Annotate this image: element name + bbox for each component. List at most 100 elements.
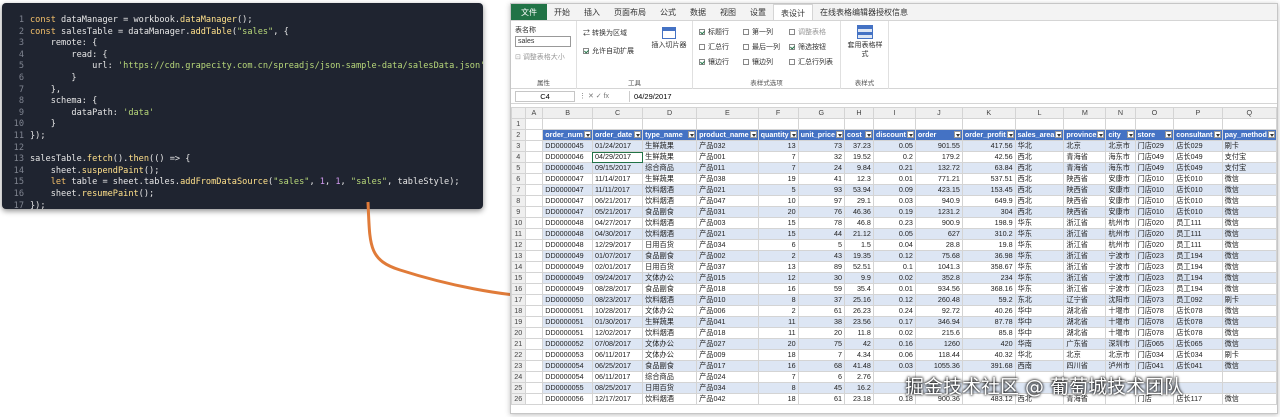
table-cell[interactable]: DD0000045 — [542, 140, 593, 152]
table-cell[interactable]: DD0000048 — [542, 217, 593, 229]
table-cell[interactable]: 门店020 — [1134, 239, 1175, 251]
table-cell[interactable]: 西北 — [1014, 173, 1065, 185]
table-cell[interactable]: 73 — [797, 140, 845, 152]
filter-dropdown-icon[interactable] — [1126, 131, 1134, 138]
table-cell[interactable]: 店长049 — [1173, 162, 1223, 174]
tab-3[interactable]: 页面布局 — [607, 4, 653, 20]
tab-6[interactable]: 视图 — [713, 4, 743, 20]
resize-option-checkbox[interactable]: 调整表格 — [789, 28, 826, 37]
table-cell[interactable]: 6 — [757, 239, 799, 251]
cell[interactable] — [524, 338, 544, 350]
table-cell[interactable]: 员工111 — [1173, 228, 1223, 240]
table-cell[interactable]: 杭州市 — [1105, 239, 1136, 251]
filter-dropdown-icon[interactable] — [1006, 131, 1014, 138]
table-cell[interactable]: 安康市 — [1105, 195, 1136, 207]
table-cell[interactable]: 08/25/2017 — [591, 382, 644, 394]
table-cell[interactable]: 92.72 — [914, 305, 963, 317]
table-cell[interactable]: 0.23 — [872, 217, 916, 229]
table-cell[interactable]: 刷卡 — [1221, 140, 1277, 152]
table-header-cell[interactable]: sales_area — [1014, 129, 1065, 141]
tab-0[interactable]: 文件 — [511, 4, 547, 20]
table-cell[interactable]: 食品副食 — [642, 283, 698, 295]
table-cell[interactable]: 391.68 — [961, 360, 1016, 372]
table-cell[interactable]: 门店049 — [1134, 162, 1175, 174]
table-cell[interactable]: 华东 — [1014, 261, 1065, 273]
table-cell[interactable]: 61 — [797, 393, 845, 405]
table-cell[interactable]: 940.9 — [914, 195, 963, 207]
table-cell[interactable]: 118.44 — [914, 349, 963, 361]
table-cell[interactable]: 四川省 — [1063, 360, 1107, 372]
table-cell[interactable]: 900.9 — [914, 217, 963, 229]
table-cell[interactable]: 产品015 — [696, 272, 759, 284]
table-cell[interactable]: 29.1 — [843, 195, 874, 207]
table-cell[interactable]: 0.05 — [872, 228, 916, 240]
table-cell[interactable]: 产品009 — [696, 349, 759, 361]
table-cell[interactable]: 产品018 — [696, 327, 759, 339]
table-cell[interactable]: 产品018 — [696, 283, 759, 295]
table-cell[interactable]: DD0000053 — [542, 349, 593, 361]
table-cell[interactable]: 44 — [797, 228, 845, 240]
table-cell[interactable]: 产品031 — [696, 206, 759, 218]
table-cell[interactable]: 店长065 — [1173, 338, 1223, 350]
table-cell[interactable]: 微信 — [1221, 217, 1277, 229]
table-cell[interactable]: 产品010 — [696, 294, 759, 306]
table-cell[interactable]: 日用百货 — [642, 261, 698, 273]
table-cell[interactable]: 771.21 — [914, 173, 963, 185]
table-cell[interactable]: 63.84 — [961, 162, 1016, 174]
cell[interactable] — [524, 195, 544, 207]
table-cell[interactable]: 员工194 — [1173, 283, 1223, 295]
table-cell[interactable]: 420 — [961, 338, 1016, 350]
table-header-cell[interactable]: city — [1105, 129, 1136, 141]
resize-table-button[interactable]: ⊡ 调整表格大小 — [515, 53, 565, 62]
table-cell[interactable]: 门店023 — [1134, 250, 1175, 262]
table-cell[interactable]: 68 — [797, 360, 845, 372]
table-cell[interactable]: 文体办公 — [642, 272, 698, 284]
table-cell[interactable]: 0.21 — [872, 162, 916, 174]
table-name-input[interactable]: sales — [515, 36, 571, 47]
table-cell[interactable]: 店长010 — [1173, 184, 1223, 196]
table-cell[interactable]: 微信 — [1221, 305, 1277, 317]
table-cell[interactable]: 52.51 — [843, 261, 874, 273]
row-number[interactable]: 10 — [511, 217, 526, 229]
table-cell[interactable]: 华南 — [1014, 338, 1065, 350]
banded-rows-checkbox[interactable]: 镶边行 — [699, 58, 729, 67]
table-cell[interactable]: 89 — [797, 261, 845, 273]
table-cell[interactable]: 0.02 — [872, 327, 916, 339]
column-letter[interactable]: G — [797, 107, 845, 119]
filter-dropdown-icon[interactable] — [583, 131, 591, 138]
table-cell[interactable]: 0.01 — [872, 173, 916, 185]
table-cell[interactable]: 19.35 — [843, 250, 874, 262]
cell[interactable] — [524, 184, 544, 196]
convert-to-range-button[interactable]: ⇄ 转换为区域 — [583, 29, 627, 38]
table-cell[interactable]: 浙江省 — [1063, 239, 1107, 251]
table-cell[interactable]: 12/29/2017 — [591, 239, 644, 251]
table-cell[interactable]: 41 — [797, 173, 845, 185]
cell[interactable] — [524, 272, 544, 284]
table-cell[interactable]: 38 — [797, 316, 845, 328]
table-cell[interactable]: 7 — [757, 371, 799, 383]
row-number[interactable]: 6 — [511, 173, 526, 185]
column-letter[interactable]: N — [1105, 107, 1136, 119]
table-cell[interactable]: 十堰市 — [1105, 305, 1136, 317]
table-cell[interactable]: 0.02 — [872, 272, 916, 284]
table-header-cell[interactable]: quantity — [757, 129, 799, 141]
table-cell[interactable]: 华东 — [1014, 228, 1065, 240]
table-cell[interactable]: 产品006 — [696, 305, 759, 317]
table-cell[interactable]: 海东市 — [1105, 162, 1136, 174]
table-cell[interactable]: 24 — [797, 162, 845, 174]
row-number[interactable]: 5 — [511, 162, 526, 174]
last-col-checkbox[interactable]: 最后一列 — [743, 43, 780, 52]
table-cell[interactable]: 11/11/2017 — [591, 184, 644, 196]
cell[interactable] — [696, 118, 759, 130]
table-cell[interactable]: 刷卡 — [1221, 294, 1277, 306]
table-cell[interactable]: 文体办公 — [642, 338, 698, 350]
filter-dropdown-icon[interactable] — [1055, 131, 1063, 138]
table-cell[interactable]: 华东 — [1014, 272, 1065, 284]
table-cell[interactable]: 32 — [797, 151, 845, 163]
table-cell[interactable]: 6 — [797, 371, 845, 383]
row-number[interactable]: 2 — [511, 129, 526, 141]
table-cell[interactable]: 358.67 — [961, 261, 1016, 273]
table-cell[interactable]: 生鲜蔬果 — [642, 151, 698, 163]
table-cell[interactable]: DD0000054 — [542, 360, 593, 372]
table-cell[interactable]: DD0000048 — [542, 239, 593, 251]
